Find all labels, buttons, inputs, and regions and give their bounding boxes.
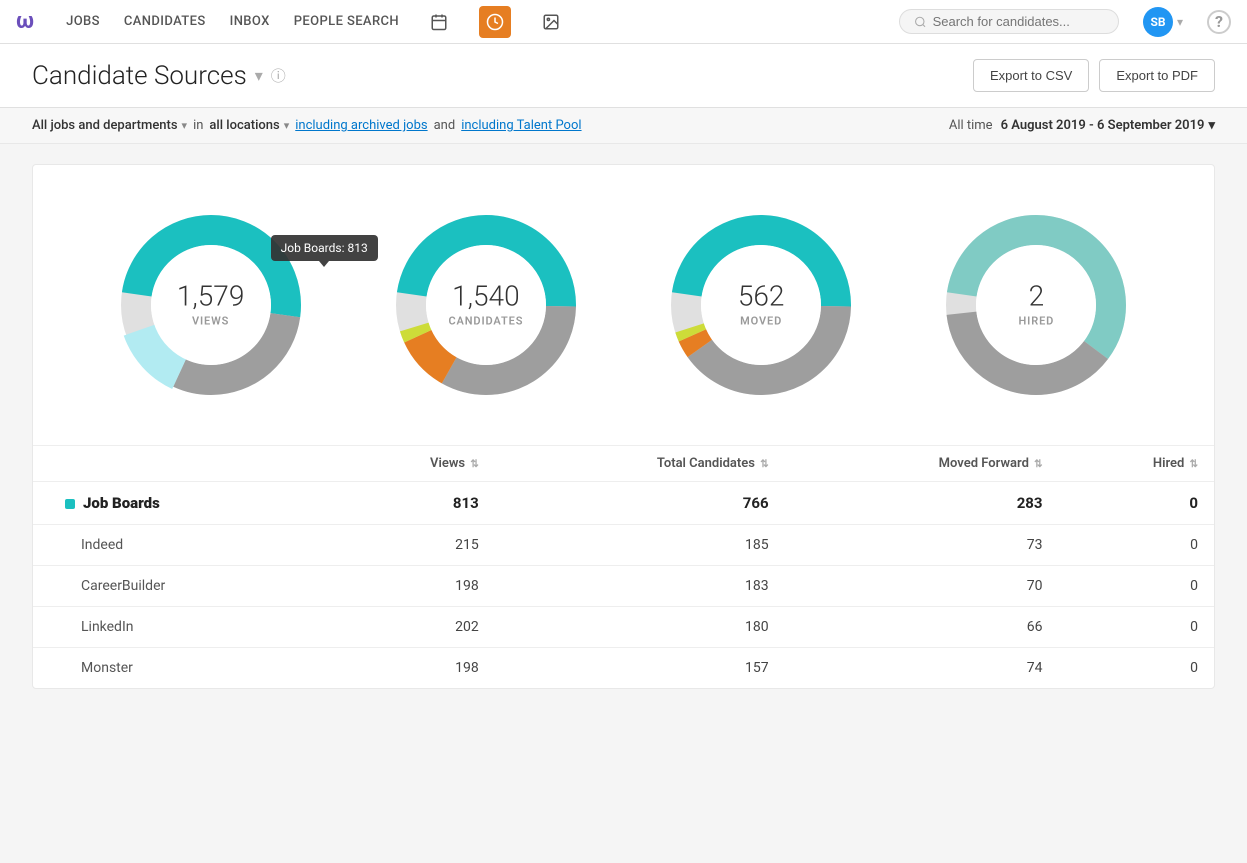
- moved-chart: 562 MOVED: [661, 205, 861, 405]
- search-bar[interactable]: [899, 9, 1119, 34]
- export-pdf-button[interactable]: Export to PDF: [1099, 59, 1215, 92]
- nav-candidates[interactable]: CANDIDATES: [124, 10, 206, 33]
- col-views[interactable]: Views ⇅: [332, 446, 495, 482]
- filter-bar: All jobs and departments ▾ in all locati…: [0, 108, 1247, 144]
- clock-icon[interactable]: [479, 6, 511, 38]
- nav-jobs[interactable]: JOBS: [66, 10, 100, 33]
- data-table: Views ⇅ Total Candidates ⇅ Moved Forward…: [33, 445, 1214, 688]
- search-input[interactable]: [933, 14, 1104, 29]
- locations-filter-chevron: ▾: [284, 119, 290, 132]
- help-icon[interactable]: ?: [1207, 10, 1231, 34]
- views-value: 1,579: [177, 283, 245, 311]
- table-row: LinkedIn 202 180 66 0: [33, 607, 1214, 648]
- navbar: ω JOBS CANDIDATES INBOX PEOPLE SEARCH SB…: [0, 0, 1247, 44]
- candidates-center: 1,540 CANDIDATES: [448, 283, 523, 328]
- locations-filter-label: all locations: [209, 118, 279, 133]
- hired-value: 2: [1019, 283, 1055, 311]
- col-moved[interactable]: Moved Forward ⇅: [785, 446, 1059, 482]
- views-chart: Job Boards: 813 1,579: [111, 205, 311, 405]
- nav-inbox[interactable]: INBOX: [230, 10, 270, 33]
- views-center: 1,579 VIEWS: [177, 283, 245, 328]
- talent-pool-link[interactable]: including Talent Pool: [461, 118, 581, 133]
- views-sort-icon: ⇅: [470, 459, 478, 470]
- col-source: [33, 446, 332, 482]
- table-row: Indeed 215 185 73 0: [33, 525, 1214, 566]
- hired-center: 2 HIRED: [1019, 283, 1055, 328]
- hired-sort-icon: ⇅: [1190, 459, 1198, 470]
- export-csv-button[interactable]: Export to CSV: [973, 59, 1089, 92]
- jobs-filter-label: All jobs and departments: [32, 118, 178, 133]
- hired-donut: 2 HIRED: [936, 205, 1136, 405]
- image-icon[interactable]: [535, 6, 567, 38]
- calendar-icon[interactable]: [423, 6, 455, 38]
- views-label: VIEWS: [177, 315, 245, 328]
- views-donut: Job Boards: 813 1,579: [111, 205, 311, 405]
- col-hired[interactable]: Hired ⇅: [1059, 446, 1214, 482]
- hired-label: HIRED: [1019, 315, 1055, 328]
- time-label: All time: [949, 118, 993, 133]
- page-header: Candidate Sources ▾ ⓘ Export to CSV Expo…: [0, 44, 1247, 108]
- moved-donut: 562 MOVED: [661, 205, 861, 405]
- title-info-icon[interactable]: ⓘ: [271, 65, 286, 86]
- date-range-picker[interactable]: 6 August 2019 - 6 September 2019 ▾: [1001, 118, 1215, 133]
- and-text: and: [434, 118, 456, 133]
- nav-people-search[interactable]: PEOPLE SEARCH: [294, 10, 399, 33]
- candidates-value: 1,540: [448, 283, 523, 311]
- candidates-label: CANDIDATES: [448, 315, 523, 328]
- avatar-chevron[interactable]: ▾: [1177, 15, 1183, 29]
- table-row: Monster 198 157 74 0: [33, 648, 1214, 689]
- page-title: Candidate Sources: [32, 61, 247, 91]
- table-row: Job Boards 813 766 283 0: [33, 482, 1214, 525]
- hired-chart: 2 HIRED: [936, 205, 1136, 405]
- locations-filter[interactable]: all locations ▾: [209, 118, 289, 133]
- logo[interactable]: ω: [16, 9, 34, 34]
- jobs-filter[interactable]: All jobs and departments ▾: [32, 118, 187, 133]
- main-content: Job Boards: 813 1,579: [0, 144, 1247, 709]
- jobs-filter-chevron: ▾: [182, 119, 188, 132]
- candidates-chart: 1,540 CANDIDATES: [386, 205, 586, 405]
- in-text: in: [193, 118, 203, 133]
- page-title-row: Candidate Sources ▾ ⓘ: [32, 61, 286, 91]
- title-dropdown-icon[interactable]: ▾: [255, 66, 263, 85]
- chart-card: Job Boards: 813 1,579: [32, 164, 1215, 689]
- moved-value: 562: [738, 283, 785, 311]
- filter-right: All time 6 August 2019 - 6 September 201…: [949, 118, 1215, 133]
- moved-label: MOVED: [738, 315, 785, 328]
- col-candidates[interactable]: Total Candidates ⇅: [495, 446, 785, 482]
- candidates-sort-icon: ⇅: [760, 459, 768, 470]
- archived-jobs-link[interactable]: including archived jobs: [295, 118, 427, 133]
- moved-sort-icon: ⇅: [1034, 459, 1042, 470]
- date-range-value: 6 August 2019 - 6 September 2019: [1001, 118, 1205, 133]
- avatar[interactable]: SB: [1143, 7, 1173, 37]
- filter-left: All jobs and departments ▾ in all locati…: [32, 118, 582, 133]
- moved-center: 562 MOVED: [738, 283, 785, 328]
- table-row: CareerBuilder 198 183 70 0: [33, 566, 1214, 607]
- charts-row: Job Boards: 813 1,579: [33, 185, 1214, 445]
- date-range-chevron: ▾: [1208, 118, 1215, 133]
- candidates-donut: 1,540 CANDIDATES: [386, 205, 586, 405]
- export-buttons: Export to CSV Export to PDF: [973, 59, 1215, 92]
